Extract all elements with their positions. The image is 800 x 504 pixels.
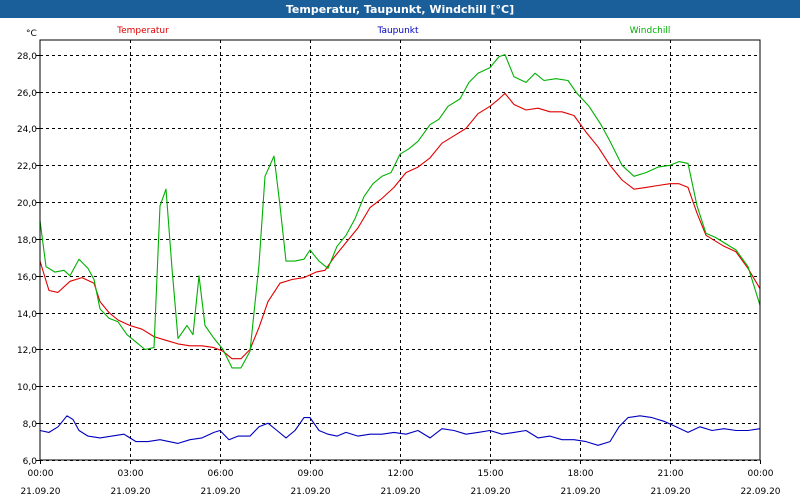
x-tick-date-label: 22.09.20 — [740, 487, 780, 497]
x-tick-time-label: 21:00 — [658, 469, 684, 479]
legend: Temperatur Taupunkt Windchill — [116, 26, 670, 36]
x-axis: 00:00 21.09.20 03:00 21.09.20 06:00 21.09.20 0… — [20, 460, 781, 497]
x-tick-date-label: 21.09.20 — [650, 487, 690, 497]
y-tick-label: 14,0 — [17, 310, 37, 320]
y-tick-label: 26,0 — [17, 89, 37, 99]
legend-label-windchill: Windchill — [630, 26, 671, 36]
grid — [40, 40, 760, 461]
x-tick-date-label: 21.09.20 — [290, 487, 330, 497]
y-tick-label: 20,0 — [17, 199, 37, 209]
x-tick-time-label: 12:00 — [388, 469, 414, 479]
x-tick-time-label: 03:00 — [118, 469, 144, 479]
x-tick-time-label: 06:00 — [208, 469, 234, 479]
x-tick-time-label: 09:00 — [298, 469, 324, 479]
y-tick-label: 18,0 — [17, 236, 37, 246]
y-axis-label: °C — [26, 29, 37, 39]
y-tick-label: 28,0 — [17, 52, 37, 62]
x-tick-time-label: 18:00 — [568, 469, 594, 479]
y-axis: 28,0 26,0 24,0 22,0 20,0 18,0 16,0 14,0 12,0 10,0… — [17, 29, 40, 467]
x-tick-date-label: 21.09.20 — [470, 487, 510, 497]
x-tick-date-label: 21.09.20 — [200, 487, 240, 497]
y-tick-label: 16,0 — [17, 273, 37, 283]
y-tick-label: 8,0 — [23, 420, 38, 430]
x-tick-time-label: 15:00 — [478, 469, 504, 479]
x-tick-date-label: 21.09.20 — [110, 487, 150, 497]
y-tick-label: 12,0 — [17, 346, 37, 356]
y-tick-label: 6,0 — [23, 457, 38, 467]
x-tick-time-label: 00:00 — [28, 469, 54, 479]
chart-title: Temperatur, Taupunkt, Windchill [°C] — [0, 0, 800, 18]
y-tick-label: 22,0 — [17, 162, 37, 172]
x-tick-time-label: 00:00 — [748, 469, 774, 479]
chart-area: 28,0 26,0 24,0 22,0 20,0 18,0 16,0 14,0 12,0 10,0… — [0, 18, 800, 500]
x-tick-date-label: 21.09.20 — [560, 487, 600, 497]
line-chart: 28,0 26,0 24,0 22,0 20,0 18,0 16,0 14,0 12,0 10,0… — [17, 26, 781, 497]
x-tick-date-label: 21.09.20 — [380, 487, 420, 497]
legend-label-taupunkt: Taupunkt — [376, 26, 419, 36]
legend-label-temperatur: Temperatur — [116, 26, 169, 36]
y-tick-label: 24,0 — [17, 125, 37, 135]
x-tick-date-label: 21.09.20 — [20, 487, 60, 497]
y-tick-label: 10,0 — [17, 383, 37, 393]
